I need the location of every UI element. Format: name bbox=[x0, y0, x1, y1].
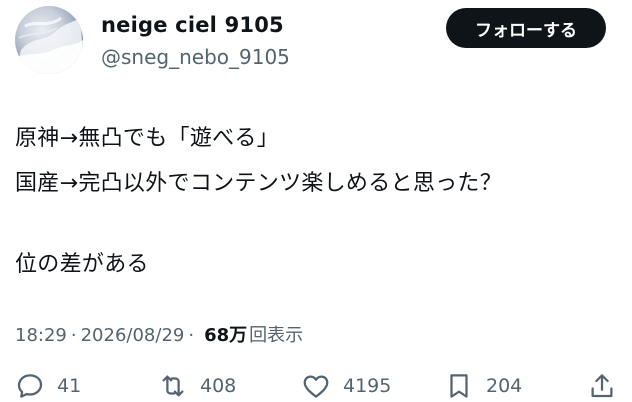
tweet-time[interactable]: 18:29 bbox=[15, 325, 67, 346]
avatar-image bbox=[15, 16, 83, 74]
tweet-date[interactable]: 2026/08/29 bbox=[81, 325, 185, 346]
share-icon bbox=[591, 374, 613, 398]
retweet-icon bbox=[162, 375, 184, 397]
reply-count: 41 bbox=[57, 375, 82, 397]
meta-separator: · bbox=[188, 325, 195, 346]
retweet-count: 408 bbox=[200, 375, 237, 397]
bookmark-button[interactable]: 204 bbox=[444, 370, 522, 402]
heart-icon bbox=[303, 375, 329, 398]
user-handle[interactable]: @sneg_nebo_9105 bbox=[101, 45, 290, 69]
follow-button[interactable]: フォローする bbox=[446, 8, 606, 48]
views-count: 68万 bbox=[204, 325, 248, 346]
reply-icon bbox=[17, 374, 43, 398]
tweet-card: neige ciel 9105 @sneg_nebo_9105 フォローする 原… bbox=[0, 0, 632, 400]
views-label: 回表示 bbox=[249, 325, 304, 346]
reply-button[interactable]: 41 bbox=[15, 370, 81, 402]
bookmark-icon bbox=[450, 374, 468, 398]
like-count: 4195 bbox=[343, 375, 392, 397]
tweet-text-line-1: 原神→無凸でも「遊べる」 bbox=[15, 126, 280, 151]
display-name[interactable]: neige ciel 9105 bbox=[101, 13, 284, 37]
retweet-button[interactable]: 408 bbox=[158, 370, 236, 402]
avatar[interactable] bbox=[15, 6, 83, 74]
like-button[interactable]: 4195 bbox=[301, 370, 391, 402]
share-button[interactable] bbox=[587, 370, 617, 402]
meta-separator: · bbox=[70, 325, 77, 346]
tweet-text-line-3: 位の差がある bbox=[15, 252, 149, 277]
tweet-text-line-2: 国産→完凸以外でコンテンツ楽しめると思った？ bbox=[15, 171, 503, 196]
tweet-meta: 18:29 · 2026/08/29 · 68万 回表示 bbox=[15, 321, 303, 347]
bookmark-count: 204 bbox=[486, 375, 523, 397]
